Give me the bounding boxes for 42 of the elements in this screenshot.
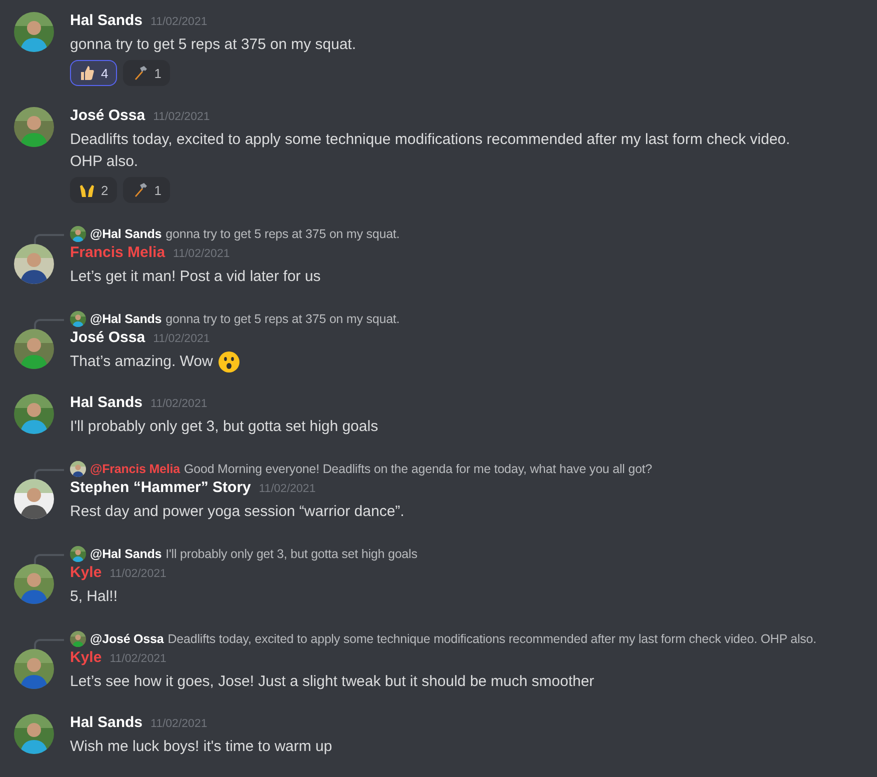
reply-author[interactable]: @José Ossa bbox=[90, 632, 164, 646]
raised-hands-icon bbox=[79, 182, 95, 198]
timestamp: 11/02/2021 bbox=[153, 111, 210, 123]
timestamp: 11/02/2021 bbox=[150, 718, 208, 730]
timestamp: 11/02/2021 bbox=[150, 398, 208, 410]
username[interactable]: Hal Sands bbox=[70, 12, 143, 29]
username[interactable]: Hal Sands bbox=[70, 394, 143, 411]
timestamp: 11/02/2021 bbox=[110, 568, 166, 580]
timestamp: 11/02/2021 bbox=[153, 333, 210, 345]
message-text: That’s amazing. Wow bbox=[70, 352, 213, 372]
username[interactable]: José Ossa bbox=[70, 107, 146, 124]
hammer-icon bbox=[132, 182, 148, 198]
message-text: Let’s get it man! Post a vid later for us bbox=[70, 267, 321, 287]
reaction-button[interactable]: 1 bbox=[123, 177, 170, 203]
reply-author[interactable]: @Hal Sands bbox=[90, 547, 162, 561]
reply-preview[interactable]: gonna try to get 5 reps at 375 on my squat. bbox=[166, 312, 400, 326]
message-text: 5, Hal!! bbox=[70, 587, 118, 607]
thumbs-up-icon bbox=[79, 65, 95, 81]
message-text: Rest day and power yoga session “warrior dance”. bbox=[70, 502, 404, 522]
timestamp: 11/02/2021 bbox=[173, 248, 230, 260]
reply-author[interactable]: @Hal Sands bbox=[90, 312, 162, 326]
reply-author[interactable]: @Hal Sands bbox=[90, 227, 162, 241]
reaction-button[interactable]: 4 bbox=[70, 60, 118, 86]
message-text: OHP also. bbox=[70, 152, 138, 172]
reply-preview[interactable]: gonna try to get 5 reps at 375 on my squat. bbox=[166, 227, 400, 241]
username[interactable]: José Ossa bbox=[70, 329, 146, 346]
reply-preview[interactable]: I'll probably only get 3, but gotta set high goals bbox=[166, 547, 418, 561]
timestamp: 11/02/2021 bbox=[110, 653, 166, 665]
message-text: Wish me luck boys! it's time to warm up bbox=[70, 737, 332, 757]
message-text: gonna try to get 5 reps at 375 on my squat. bbox=[70, 35, 356, 55]
message-text: I'll probably only get 3, but gotta set high goals bbox=[70, 417, 378, 437]
username[interactable]: Stephen “Hammer” Story bbox=[70, 479, 251, 496]
username[interactable]: Hal Sands bbox=[70, 714, 143, 731]
reply-preview[interactable]: Good Morning everyone! Deadlifts on the agenda for me today, what have you all got? bbox=[184, 462, 652, 476]
message-text: Let’s see how it goes, Jose! Just a slight tweak but it should be much smoother bbox=[70, 672, 594, 692]
reply-preview[interactable]: Deadlifts today, excited to apply some technique modifications recommended after my last form check video. OHP also. bbox=[168, 632, 816, 646]
timestamp: 11/02/2021 bbox=[150, 16, 208, 28]
hammer-icon bbox=[132, 65, 148, 81]
reaction-button[interactable]: 1 bbox=[123, 60, 170, 86]
timestamp: 11/02/2021 bbox=[258, 483, 316, 495]
message-text: Deadlifts today, excited to apply some technique modifications recommended after my last form check video. bbox=[70, 130, 790, 150]
reaction-button[interactable]: 2 bbox=[70, 177, 118, 203]
